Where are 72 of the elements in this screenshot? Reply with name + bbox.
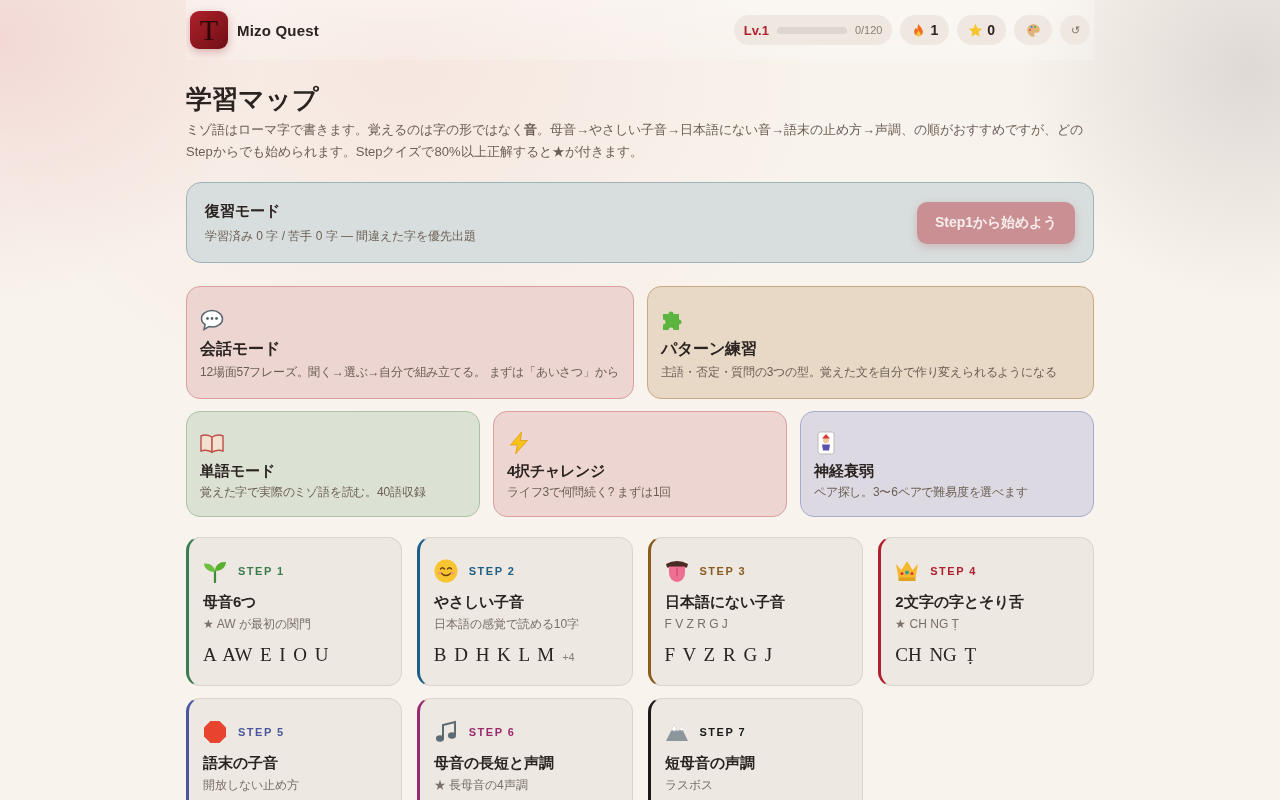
step-letters: A AW E I O U	[203, 643, 329, 667]
step-subtitle: ★ CH NG Ṭ	[895, 616, 959, 633]
step-letters: F V Z R G J	[664, 643, 773, 667]
sprout-icon	[203, 559, 227, 583]
mode-card[interactable]: 単語モード 覚えた字で実際のミゾ語を読む。40語収録	[186, 411, 480, 517]
step-letters: B D H K L M	[433, 643, 555, 667]
step-card[interactable]: STEP 3 日本語にない子音 F V Z R G J F V Z R G J	[647, 537, 864, 686]
step-subtitle: ラスボス	[664, 777, 713, 794]
step-subtitle: 日本語の感覚で読める10字	[433, 616, 580, 633]
step-card[interactable]: STEP 7 短母音の声調 ラスボス	[647, 698, 864, 800]
tongue-icon	[664, 559, 689, 583]
streak-count: 1	[930, 22, 939, 38]
step-card[interactable]: STEP 4 2文字の字とそり舌 ★ CH NG Ṭ CH NG Ṭ	[878, 537, 1094, 686]
step-title: やさしい子音	[433, 592, 524, 612]
step-title: 日本語にない子音	[664, 592, 785, 612]
step-label: STEP 3	[699, 565, 747, 577]
step-card[interactable]: STEP 1 母音6つ ★ AW が最初の関門 A AW E I O U	[186, 537, 402, 686]
step-label: STEP 7	[699, 726, 747, 738]
step-label: STEP 4	[930, 565, 977, 577]
app-logo: T	[190, 11, 228, 49]
mode-title: パターン練習	[660, 339, 757, 359]
mode-description: 12場面57フレーズ。聞く→選ぶ→自分で組み立てる。 まずは「あいさつ」から	[200, 364, 619, 381]
mode-description: 覚えた字で実際のミゾ語を読む。40語収録	[200, 484, 426, 501]
mode-title: 神経衰弱	[814, 461, 874, 481]
step-label: STEP 2	[468, 565, 516, 577]
step-label: STEP 1	[238, 565, 285, 577]
step-subtitle: 開放しない止め方	[203, 777, 299, 794]
mode-description: 主語・否定・質問の3つの型。覚えた文を自分で作り変えられるようになる	[660, 364, 1057, 381]
xp-reading: 0/120	[854, 24, 883, 36]
star-count: 0	[987, 22, 995, 38]
mode-title: 会話モード	[200, 339, 280, 359]
crown-icon	[895, 559, 920, 583]
open-book-icon	[200, 431, 224, 455]
joker-card-icon	[814, 431, 838, 455]
step-label: STEP 6	[468, 726, 516, 738]
review-summary: 学習済み 0 字 / 苦手 0 字 — 間違えた字を優先出題	[205, 228, 477, 245]
level-label: Lv.1	[743, 22, 769, 38]
step-subtitle: F V Z R G J	[664, 616, 728, 633]
stop-sign-icon	[203, 720, 227, 744]
mode-title: 4択チャレンジ	[507, 461, 606, 481]
mode-card[interactable]: 4択チャレンジ ライフ3で何問続く? まずは1回	[493, 411, 787, 517]
lightning-icon	[507, 431, 531, 455]
more-count: +4	[562, 651, 575, 663]
mode-title: 単語モード	[200, 461, 275, 481]
mode-card[interactable]: パターン練習 主語・否定・質問の3つの型。覚えた文を自分で作り変えられるようになる	[646, 286, 1094, 399]
page-title: 学習マップ	[186, 83, 320, 115]
mode-card[interactable]: 会話モード 12場面57フレーズ。聞く→選ぶ→自分で組み立てる。 まずは「あいさつ」から	[186, 286, 634, 399]
step-title: 母音6つ	[203, 592, 257, 612]
step-card[interactable]: STEP 6 母音の長短と声調 ★ 長母音の4声調	[416, 698, 633, 800]
smiling-face-icon	[433, 559, 458, 583]
palette-icon	[1025, 22, 1041, 38]
step-card[interactable]: STEP 5 語末の子音 開放しない止め方	[186, 698, 402, 800]
step-title: 2文字の字とそり舌	[895, 592, 1024, 612]
star-icon	[968, 22, 984, 38]
step-title: 語末の子音	[203, 753, 278, 773]
music-notes-icon	[433, 720, 458, 744]
theme-button[interactable]	[1014, 15, 1052, 45]
review-title: 復習モード	[205, 201, 281, 221]
app-title: Mizo Quest	[237, 21, 319, 39]
mode-description: ライフ3で何問続く? まずは1回	[507, 484, 672, 501]
intro-text: ミゾ語はローマ字で書きます。覚えるのは字の形ではなく音。母音→やさしい子音→日本語にない音→語末の止め方→声調、の順がおすすめですが、どのStepからでも始められます。Stepクイズで80%以上正解すると★が付きます。	[186, 121, 1084, 161]
mode-card[interactable]: 神経衰弱 ペア探し。3〜6ペアで難易度を選べます	[800, 411, 1094, 517]
refresh-button[interactable]: ↺	[1060, 15, 1090, 45]
step-subtitle: ★ 長母音の4声調	[433, 777, 528, 794]
step-letters: CH NG Ṭ	[895, 643, 977, 667]
step-title: 短母音の声調	[664, 753, 755, 773]
speech-bubble-icon	[200, 308, 224, 332]
step-title: 母音の長短と声調	[433, 753, 554, 773]
step-label: STEP 5	[238, 726, 285, 738]
mode-description: ペア探し。3〜6ペアで難易度を選べます	[814, 484, 1028, 501]
step-card[interactable]: STEP 2 やさしい子音 日本語の感覚で読める10字 B D H K L M +4	[416, 537, 633, 686]
step-subtitle: ★ AW が最初の関門	[203, 616, 311, 633]
